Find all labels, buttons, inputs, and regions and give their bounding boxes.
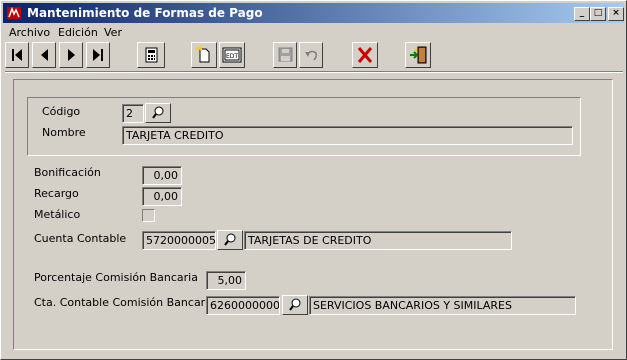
maximize-icon: □ <box>593 8 603 18</box>
save-button[interactable] <box>273 42 297 68</box>
metalico-label: Metálico <box>34 208 81 221</box>
first-record-button[interactable] <box>5 42 29 68</box>
last-record-icon <box>93 49 103 61</box>
porcentaje-comision-field[interactable]: 5,00 <box>206 271 246 290</box>
codigo-lookup-button[interactable] <box>145 103 171 123</box>
magnifier-icon <box>224 233 236 246</box>
app-window: Mantenimiento de Formas de Pago _ □ × Ar… <box>0 0 627 360</box>
bonificacion-label: Bonificación <box>34 166 101 179</box>
magnifier-icon <box>152 106 164 119</box>
cuenta-contable-label: Cuenta Contable <box>34 232 127 245</box>
svg-text:EDT: EDT <box>226 53 238 60</box>
edit-record-icon: EDT <box>222 47 242 63</box>
new-record-icon <box>196 46 210 63</box>
app-icon <box>7 6 21 19</box>
toolbar-separator <box>5 71 623 73</box>
first-record-icon <box>12 49 22 61</box>
delete-icon <box>357 47 373 63</box>
cta-comision-label: Cta. Contable Comisión Bancaria <box>34 296 216 309</box>
cta-comision-description-field: SERVICIOS BANCARIOS Y SIMILARES <box>309 296 576 315</box>
cuenta-contable-description-field: TARJETAS DE CREDITO <box>244 231 512 250</box>
nombre-field[interactable]: TARJETA CREDITO <box>122 126 573 145</box>
edit-record-button[interactable]: EDT <box>219 42 245 68</box>
delete-button[interactable] <box>352 42 378 68</box>
minimize-icon: _ <box>579 8 585 18</box>
recargo-field[interactable]: 0,00 <box>142 187 182 206</box>
cta-comision-code-field[interactable]: 6260000000 <box>206 296 280 315</box>
exit-button[interactable] <box>405 42 431 68</box>
previous-record-button[interactable] <box>32 42 56 68</box>
previous-record-icon <box>41 49 48 61</box>
menu-archivo[interactable]: Archivo <box>9 26 50 39</box>
save-icon <box>278 47 293 62</box>
codigo-field[interactable]: 2 <box>122 104 144 123</box>
close-button[interactable]: × <box>608 7 624 21</box>
minimize-button[interactable]: _ <box>574 7 590 21</box>
menu-edicion[interactable]: Edición <box>58 26 98 39</box>
exit-icon <box>410 46 427 64</box>
cuenta-contable-code-field[interactable]: 5720000005 <box>142 231 216 250</box>
close-icon: × <box>612 8 620 18</box>
last-record-button[interactable] <box>86 42 110 68</box>
metalico-checkbox[interactable] <box>142 209 155 222</box>
magnifier-icon <box>289 298 301 311</box>
cta-comision-lookup-button[interactable] <box>282 295 308 315</box>
calculator-button[interactable] <box>137 42 165 68</box>
next-record-icon <box>68 49 75 61</box>
new-record-button[interactable] <box>191 42 217 68</box>
title-bar[interactable]: Mantenimiento de Formas de Pago _ □ × <box>3 3 624 23</box>
bonificacion-field[interactable]: 0,00 <box>142 166 182 185</box>
recargo-label: Recargo <box>34 187 79 200</box>
undo-button[interactable] <box>299 42 323 68</box>
undo-icon <box>305 50 317 61</box>
codigo-label: Código <box>42 105 81 118</box>
calculator-icon <box>145 47 158 63</box>
porcentaje-comision-label: Porcentaje Comisión Bancaria <box>34 271 198 284</box>
menu-ver[interactable]: Ver <box>104 26 122 39</box>
nombre-label: Nombre <box>42 126 86 139</box>
window-title: Mantenimiento de Formas de Pago <box>27 6 263 20</box>
cuenta-contable-lookup-button[interactable] <box>217 230 243 250</box>
next-record-button[interactable] <box>59 42 83 68</box>
maximize-button[interactable]: □ <box>590 7 606 21</box>
